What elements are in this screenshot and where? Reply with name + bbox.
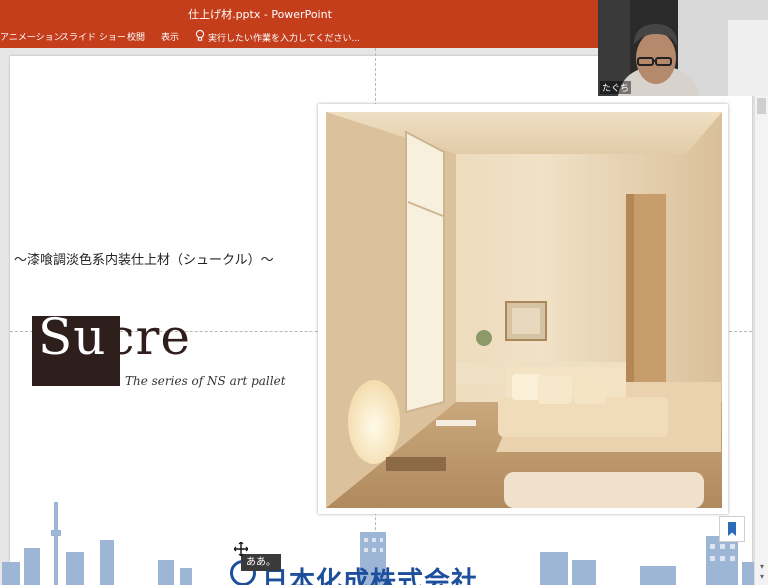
bookmark-button[interactable] (719, 516, 745, 542)
tab-animations[interactable]: アニメーション (0, 30, 63, 43)
window-title: 仕上げ材.pptx - PowerPoint (188, 8, 332, 21)
tell-me-box[interactable]: 実行したい作業を入力してください... (195, 29, 360, 45)
ime-tooltip: ああ。 (241, 554, 281, 571)
tab-slideshow[interactable]: スライド ショー (60, 30, 126, 43)
webcam-participant-name: たぐち (600, 81, 632, 94)
webcam-view: たぐち (598, 0, 768, 96)
logo-wordmark-inner: Su (38, 308, 107, 366)
logo-wordmark-outer: cre (106, 308, 191, 366)
move-cursor-icon (233, 541, 249, 557)
interior-photo[interactable] (326, 112, 722, 508)
scroll-down-arrow-icon[interactable]: ▾ (755, 562, 768, 572)
lightbulb-icon (195, 29, 205, 45)
powerpoint-window: 仕上げ材.pptx - PowerPoint アニメーション スライド ショー … (0, 0, 768, 585)
logo-wordmark[interactable]: Sucre (38, 312, 191, 362)
scrollbar-thumb[interactable] (757, 98, 766, 114)
scroll-page-down-icon[interactable]: ▾ (755, 572, 768, 582)
tab-review[interactable]: 校閲 (127, 30, 145, 43)
bookmark-icon (720, 522, 744, 545)
vertical-scrollbar[interactable]: ▾ ▾ (754, 96, 768, 585)
slide-subtitle[interactable]: ～漆喰調淡色系内装仕上材（シュークル）～ (14, 249, 274, 268)
tell-me-placeholder: 実行したい作業を入力してください... (208, 33, 361, 44)
company-name[interactable]: 日本化成株式会社 (262, 561, 478, 585)
tab-view[interactable]: 表示 (161, 30, 179, 43)
logo-tagline: The series of NS art pallet (125, 374, 286, 388)
